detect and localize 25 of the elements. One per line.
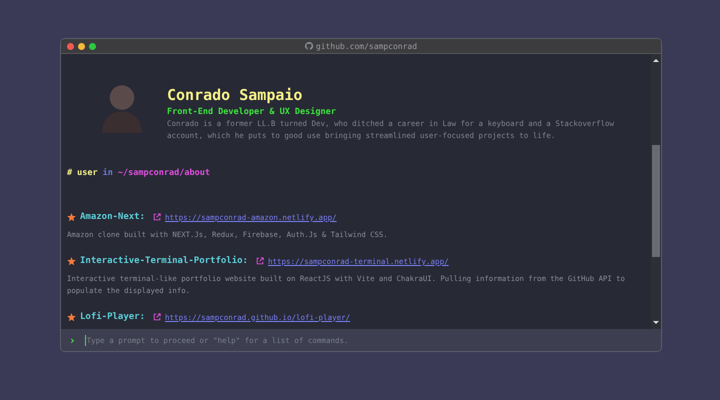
scroll-down-icon[interactable] bbox=[653, 320, 659, 325]
close-button[interactable] bbox=[67, 42, 74, 50]
scroll-up-icon[interactable] bbox=[653, 58, 659, 63]
profile-name: Conrado Sampaio bbox=[167, 86, 304, 104]
prompt-hash: # bbox=[67, 168, 72, 178]
external-link-icon bbox=[153, 213, 162, 221]
github-icon bbox=[304, 42, 313, 50]
star-icon bbox=[67, 212, 76, 222]
scroll-thumb[interactable] bbox=[652, 145, 660, 257]
external-link-icon bbox=[256, 257, 264, 265]
project-name: Interactive-Terminal-Portfolio: bbox=[80, 256, 248, 266]
prompt-chevron: › bbox=[69, 334, 76, 346]
external-link-icon bbox=[153, 313, 162, 321]
minimize-button[interactable] bbox=[78, 42, 85, 50]
prompt-in: in bbox=[102, 168, 113, 178]
project-name: Lofi-Player: bbox=[80, 312, 146, 322]
scrollbar[interactable] bbox=[651, 54, 661, 329]
prompt-path: ~/sampconrad/about bbox=[118, 168, 210, 178]
prompt-user: user bbox=[77, 168, 98, 178]
maximize-button[interactable] bbox=[89, 42, 96, 50]
star-icon bbox=[67, 256, 76, 266]
window-title: github.com/sampconrad bbox=[316, 42, 418, 50]
star-icon bbox=[67, 312, 76, 322]
profile-role: Front-End Developer & UX Designer bbox=[167, 107, 337, 118]
project-name: Amazon-Next: bbox=[80, 212, 146, 222]
